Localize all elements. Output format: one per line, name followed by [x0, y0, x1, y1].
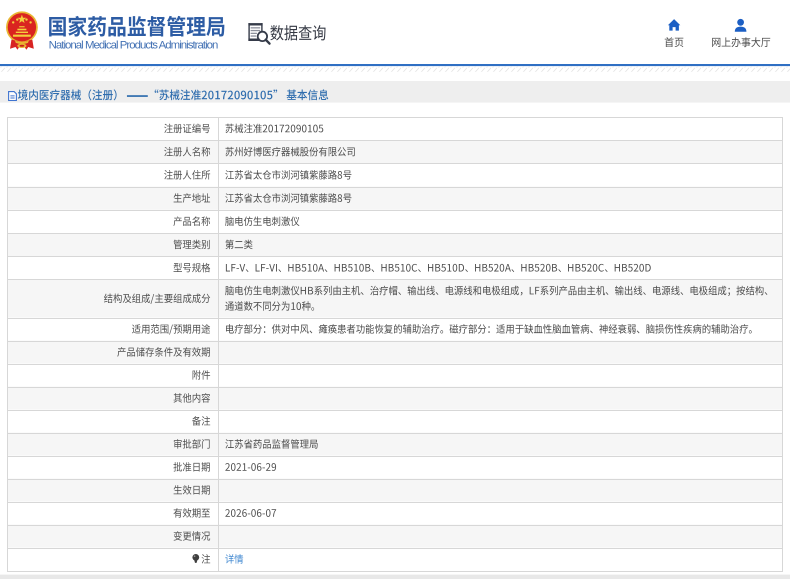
svg-text:National Medical Products Admi: National Medical Products Administration [49, 39, 219, 51]
